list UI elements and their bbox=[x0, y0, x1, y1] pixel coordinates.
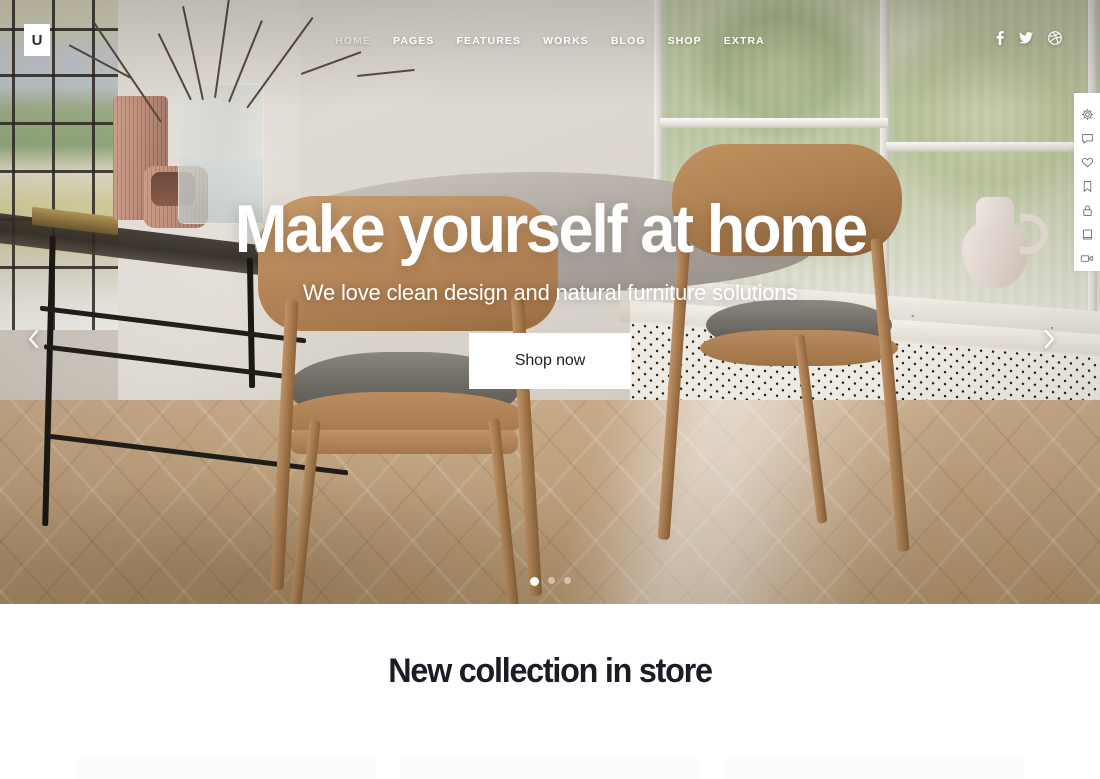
bookmark-icon[interactable] bbox=[1074, 174, 1100, 198]
carousel-dot-2[interactable] bbox=[547, 577, 555, 584]
nav-item-features[interactable]: FEATURES bbox=[446, 31, 533, 51]
nav-item-blog[interactable]: BLOG bbox=[600, 31, 657, 51]
nav-item-extra[interactable]: EXTRA bbox=[713, 31, 776, 51]
product-card[interactable] bbox=[723, 758, 1025, 779]
hero-title: Make yourself at home bbox=[234, 191, 867, 268]
page-root: U HOME PAGES FEATURES WORKS BLOG SHOP EX… bbox=[0, 0, 1100, 779]
carousel-prev-arrow-icon[interactable] bbox=[20, 326, 46, 352]
nav-item-works[interactable]: WORKS bbox=[532, 31, 600, 51]
nav-item-pages[interactable]: PAGES bbox=[382, 31, 445, 51]
carousel-pagination bbox=[0, 577, 1100, 586]
shop-now-button[interactable]: Shop now bbox=[468, 332, 632, 389]
product-card[interactable] bbox=[399, 758, 701, 779]
nav-item-shop[interactable]: SHOP bbox=[657, 31, 713, 51]
product-card[interactable] bbox=[75, 758, 377, 779]
book-icon[interactable] bbox=[1074, 222, 1100, 246]
section-title: New collection in store bbox=[388, 652, 713, 690]
product-card-grid bbox=[75, 758, 1025, 779]
social-links bbox=[996, 31, 1062, 45]
lock-icon[interactable] bbox=[1074, 198, 1100, 222]
video-icon[interactable] bbox=[1074, 246, 1100, 270]
hero-content: Make yourself at home We love clean desi… bbox=[0, 0, 1100, 604]
dribbble-icon[interactable] bbox=[1048, 31, 1062, 45]
hero-slider: U HOME PAGES FEATURES WORKS BLOG SHOP EX… bbox=[0, 0, 1100, 604]
twitter-icon[interactable] bbox=[1019, 32, 1033, 44]
carousel-dot-1[interactable] bbox=[529, 577, 539, 586]
carousel-dot-3[interactable] bbox=[563, 577, 571, 584]
nav-item-home[interactable]: HOME bbox=[324, 31, 382, 51]
facebook-icon[interactable] bbox=[996, 31, 1004, 45]
carousel-next-arrow-icon[interactable] bbox=[1036, 326, 1062, 352]
gear-icon[interactable] bbox=[1074, 102, 1100, 126]
main-navigation: HOME PAGES FEATURES WORKS BLOG SHOP EXTR… bbox=[0, 31, 1100, 51]
heart-icon[interactable] bbox=[1074, 150, 1100, 174]
site-header: U HOME PAGES FEATURES WORKS BLOG SHOP EX… bbox=[0, 0, 1100, 80]
chat-icon[interactable] bbox=[1074, 126, 1100, 150]
hero-subtitle: We love clean design and natural furnitu… bbox=[302, 279, 798, 305]
floating-side-toolbar bbox=[1074, 93, 1100, 271]
new-collection-section: New collection in store bbox=[0, 604, 1100, 779]
